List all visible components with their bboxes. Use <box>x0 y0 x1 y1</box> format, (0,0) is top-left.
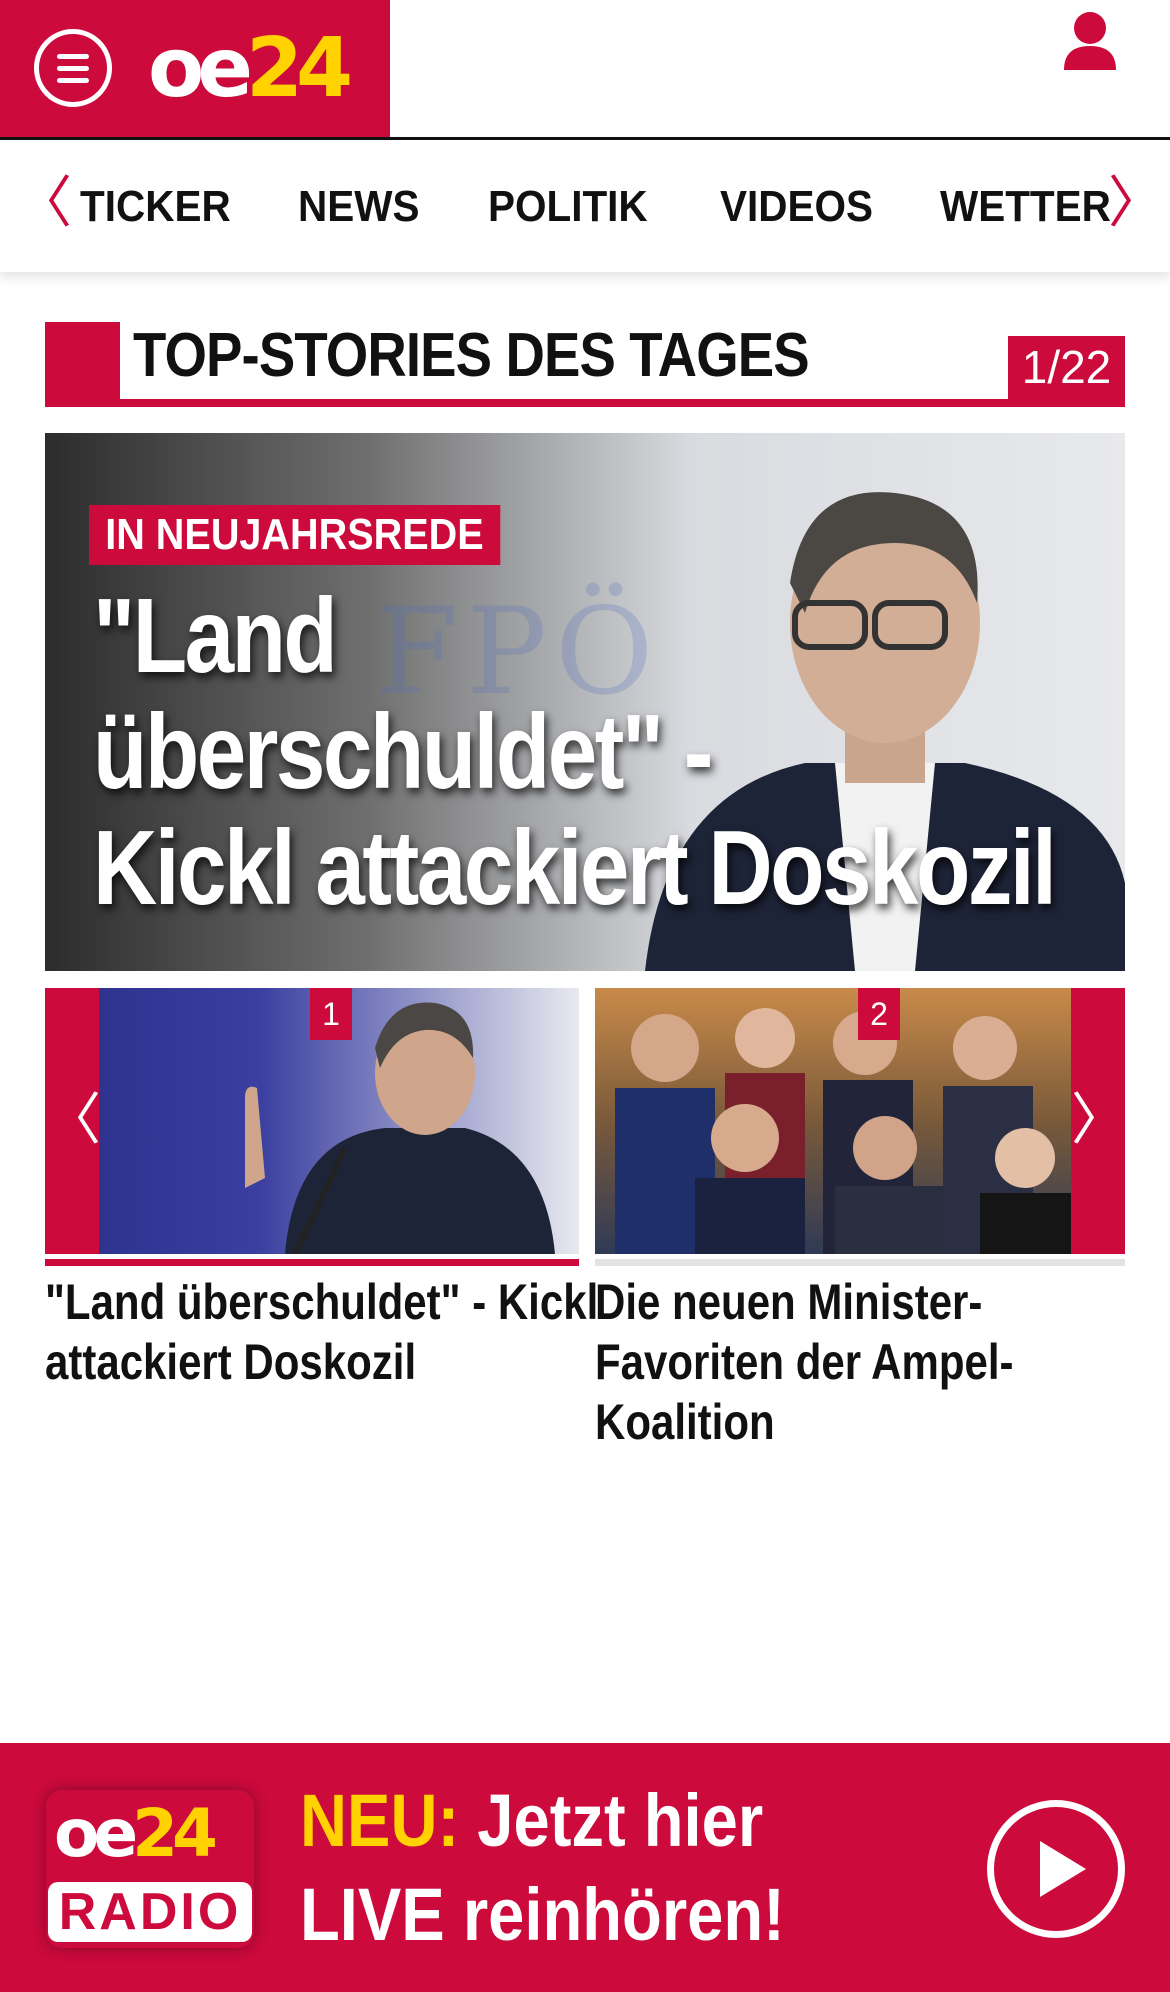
radio-cta-line: NEU: Jetzt hier <box>300 1774 785 1868</box>
section-underline <box>45 399 1125 407</box>
card-title-line: "Land überschuldet" - Kickl <box>45 1274 599 1330</box>
nav-next-arrow-icon[interactable]: 〉 <box>1108 174 1164 234</box>
hero-headline-line: überschuldet" - <box>93 693 713 811</box>
site-logo[interactable]: oe24 <box>148 21 353 116</box>
card-inactive-bar <box>595 1259 1125 1266</box>
radio-logo-accent: 24 <box>132 1795 218 1872</box>
nav-item-videos[interactable]: VIDEOS <box>720 180 873 234</box>
card-title[interactable]: Die neuen Minister- Favoriten der Ampel-… <box>595 1272 1014 1452</box>
card-number-badge: 1 <box>310 988 352 1040</box>
logo-accent-text: 24 <box>245 21 353 116</box>
section-accent <box>45 322 120 407</box>
section-title: TOP-STORIES DES TAGES <box>133 321 810 390</box>
carousel-next-arrow-icon[interactable]: 〉 <box>1071 988 1127 1254</box>
nav-item-wetter[interactable]: WETTER <box>940 180 1111 234</box>
hero-headline-line: "Land <box>93 577 338 695</box>
nav-item-news[interactable]: NEWS <box>298 180 419 234</box>
radio-logo[interactable]: oe24 RADIO <box>46 1790 254 1948</box>
card-title-line: Koalition <box>595 1394 775 1450</box>
radio-logo-text: oe24 <box>54 1795 218 1872</box>
radio-logo-main: oe <box>54 1795 138 1872</box>
radio-cta-line2: LIVE reinhören! <box>300 1873 785 1956</box>
play-icon[interactable] <box>987 1800 1125 1938</box>
nav-item-ticker[interactable]: TICKER <box>80 180 231 234</box>
hamburger-menu-icon[interactable] <box>34 29 112 107</box>
hero-headline[interactable]: "Land überschuldet" - Kickl attackiert D… <box>93 577 1057 927</box>
play-triangle <box>1040 1841 1086 1897</box>
logo-main-text: oe <box>148 21 253 116</box>
radio-cta-text[interactable]: NEU: Jetzt hier LIVE reinhören! <box>300 1774 785 1962</box>
radio-logo-word: RADIO <box>48 1882 252 1942</box>
card-active-bar <box>45 1259 579 1266</box>
card-title-line: attackiert Doskozil <box>45 1334 417 1390</box>
card-number-badge: 2 <box>858 988 900 1040</box>
card-title-line: Favoriten der Ampel- <box>595 1334 1014 1390</box>
story-counter: 1/22 <box>1008 336 1125 399</box>
card-title[interactable]: "Land überschuldet" - Kickl attackiert D… <box>45 1272 598 1392</box>
hero-story[interactable]: FPÖ IN NEUJAHRSREDE "Land überschuldet" … <box>45 433 1125 971</box>
nav-prev-arrow-icon[interactable]: 〈 <box>16 174 72 234</box>
hero-headline-line: Kickl attackiert Doskozil <box>93 809 1057 927</box>
card-title-line: Die neuen Minister- <box>595 1274 983 1330</box>
carousel-prev-arrow-icon[interactable]: 〈 <box>45 988 101 1254</box>
user-icon[interactable] <box>1060 8 1120 78</box>
category-nav: 〈 TICKER NEWS POLITIK VIDEOS WETTER 〉 <box>0 140 1170 272</box>
hero-tag: IN NEUJAHRSREDE <box>89 505 500 565</box>
radio-neu-label: NEU: <box>300 1779 460 1862</box>
radio-cta-line1: Jetzt hier <box>459 1779 764 1862</box>
nav-item-politik[interactable]: POLITIK <box>488 180 648 234</box>
